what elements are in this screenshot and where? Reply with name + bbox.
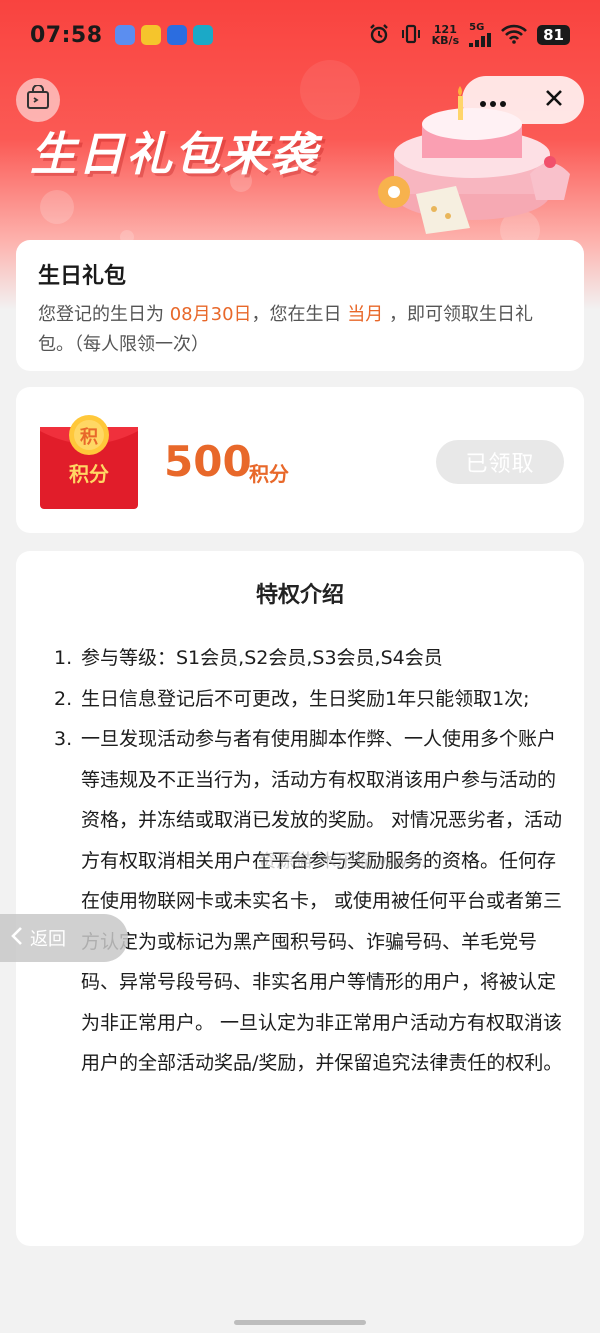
status-indicators: 121 KB/s 5G 81 <box>368 23 570 48</box>
shop-button[interactable] <box>16 78 60 122</box>
status-bar: 07:58 121 KB/s 5G 81 <box>0 0 600 70</box>
rules-title: 特权介绍 <box>255 583 344 608</box>
birthday-cake-illustration <box>372 84 582 248</box>
signal-label: 5G <box>469 22 485 33</box>
hero-title: 生日礼包来袭 <box>30 127 318 181</box>
signal-icon: 5G <box>469 22 492 47</box>
shopping-bag-icon <box>25 84 51 115</box>
red-packet-top-char: 积 <box>80 427 98 448</box>
rule-number: 2. <box>54 687 73 710</box>
status-time: 07:58 <box>30 22 103 48</box>
edge-app-icon <box>192 25 213 45</box>
birthday-text-prefix: 您登记的生日为 <box>38 304 170 325</box>
chevron-left-icon <box>8 925 26 952</box>
reward-unit: 积分 <box>249 462 289 486</box>
rule-item: 3. 一旦发现活动参与者有使用脚本作弊、一人使用多个账户等违规及不正当行为，活动… <box>54 719 566 1084</box>
birthday-period: 当月 <box>347 304 384 325</box>
rule-item: 1. 参与等级：S1会员,S2会员,S3会员,S4会员 <box>54 638 566 679</box>
status-app-icons <box>114 25 213 45</box>
home-indicator[interactable] <box>234 1320 366 1325</box>
back-button-label: 返回 <box>30 929 66 950</box>
claimed-button[interactable]: 已领取 <box>436 440 564 484</box>
rule-text: 参与等级：S1会员,S2会员,S3会员,S4会员 <box>81 647 443 669</box>
network-speed-unit: KB/s <box>431 34 460 47</box>
rule-text: 一旦发现活动参与者有使用脚本作弊、一人使用多个账户等违规及不正当行为，活动方有权… <box>81 728 563 1074</box>
rule-number: 1. <box>54 647 73 669</box>
birthday-info-card: 生日礼包 您登记的生日为 08月30日，您在生日 当月 ，即可领取生日礼包。（每… <box>16 240 584 371</box>
birthday-date: 08月30日 <box>169 304 252 325</box>
shopping-app-icon <box>140 25 161 45</box>
rule-item: 2. 生日信息登记后不可更改，生日奖励1年只能领取1次; <box>54 679 566 720</box>
battery-indicator: 81 <box>537 25 570 45</box>
birthday-description: 您登记的生日为 08月30日，您在生日 当月 ，即可领取生日礼包。（每人限领一次… <box>38 300 562 360</box>
rule-text: 生日信息登记后不可更改，生日奖励1年只能领取1次; <box>81 687 530 710</box>
blue-app-icon <box>166 25 187 45</box>
alarm-icon <box>368 23 390 48</box>
back-button[interactable]: 返回 <box>0 914 128 962</box>
red-packet-icon: 积 积分 <box>40 413 138 509</box>
reward-amount: 500 <box>164 437 252 486</box>
rule-number: 3. <box>54 728 73 750</box>
watermark: 资源猫-木乐猫 www. <box>258 851 427 872</box>
vibrate-icon <box>400 23 422 48</box>
network-speed: 121 KB/s <box>432 24 459 46</box>
wifi-icon <box>501 24 528 47</box>
cloud-app-icon <box>114 25 135 45</box>
birthday-card-title: 生日礼包 <box>38 264 127 289</box>
birthday-text-middle: ，您在生日 <box>251 304 348 325</box>
red-packet-label: 积分 <box>69 462 109 486</box>
